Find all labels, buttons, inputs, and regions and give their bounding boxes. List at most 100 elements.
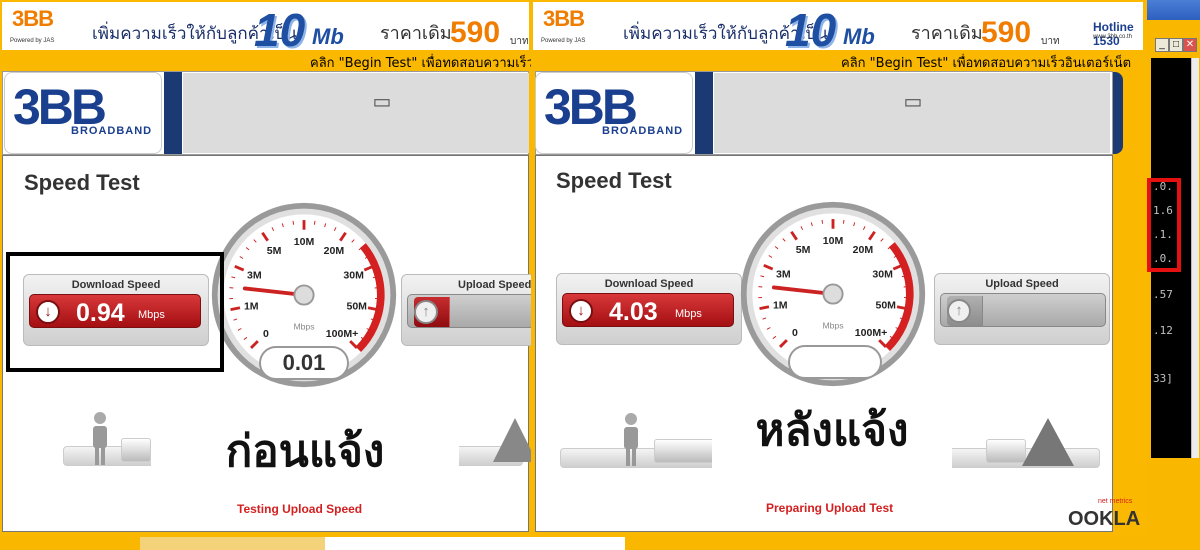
- upload-speed-panel: Upload Speed ↑: [934, 273, 1110, 345]
- highlight-box-download: [6, 252, 224, 372]
- gauge-minor-tick: [821, 219, 824, 224]
- test-status: Preparing Upload Test: [766, 501, 894, 515]
- ad-banner[interactable]: 3BB Powered by JAS เพิ่มความเร็วให้กับลู…: [2, 2, 529, 50]
- minimize-button[interactable]: _: [1155, 38, 1169, 52]
- bottom-strip: [325, 537, 625, 550]
- pipe-right: [986, 439, 1026, 463]
- broken-image-icon: ▭: [372, 91, 392, 113]
- banner-old-price-label: ราคาเดิม: [911, 23, 983, 44]
- banner-brand: 3BB: [543, 6, 585, 31]
- broken-image-icon: ▭: [903, 91, 923, 113]
- gauge-readout: [788, 345, 882, 379]
- test-status: Testing Upload Speed: [237, 502, 363, 516]
- banner-speed: 10: [254, 4, 306, 50]
- screenshot: 3BB Powered by JAS เพิ่มความเร็วให้กับลู…: [0, 0, 1200, 550]
- download-bar: ↓ 4.03 Mbps: [562, 293, 734, 327]
- gauge-tick-label: 50M: [875, 299, 896, 311]
- banner-currency: บาท: [510, 36, 529, 47]
- widget-title: Speed Test: [556, 168, 672, 193]
- ookla-tagline: net metrics: [1098, 498, 1133, 505]
- begin-test-hint: คลิก "Begin Test" เพื่อทดสอบความเร็วอินเ…: [310, 56, 531, 71]
- caption-before: ก่อนแจ้ง: [151, 416, 459, 488]
- ad-banner[interactable]: 3BB Powered by JAS เพิ่มความเร็วให้กับลู…: [533, 2, 1143, 50]
- console-line: 33]: [1153, 372, 1173, 385]
- gauge-tick-label: 20M: [853, 244, 874, 256]
- banner-brand: 3BB: [12, 6, 54, 31]
- header-ad-slot: ▭: [714, 73, 1110, 153]
- gauge-tick-label: 3M: [776, 268, 791, 280]
- window-titlebar[interactable]: [1147, 0, 1200, 20]
- close-button[interactable]: ✕: [1183, 38, 1197, 52]
- upload-speed-panel: Upload Speed ↑: [401, 274, 531, 346]
- person-icon: [89, 411, 111, 467]
- gauge-unit: Mbps: [293, 322, 314, 332]
- arrow-up-icon: ↑: [947, 299, 971, 323]
- download-label: Download Speed: [604, 278, 694, 290]
- person-icon: [620, 412, 642, 468]
- ookla-wordmark: OOKLA: [1068, 508, 1141, 530]
- server-pyramid-icon: [493, 418, 531, 462]
- header-divider: [164, 72, 182, 154]
- begin-test-hint: คลิก "Begin Test" เพื่อทดสอบความเร็วอินเ…: [841, 56, 1132, 71]
- arrow-down-icon: ↓: [569, 299, 593, 323]
- widget-title: Speed Test: [24, 170, 140, 195]
- logo-tagline: BROADBAND: [602, 125, 684, 137]
- upload-label: Upload Speed: [458, 279, 531, 291]
- gauge-unit: Mbps: [822, 321, 843, 331]
- banner-price: 590: [450, 16, 501, 49]
- speedtest-panel-after: 3BB Powered by JAS เพิ่มความเร็วให้กับลู…: [531, 0, 1147, 536]
- gauge-tick-label: 0: [792, 327, 798, 339]
- header-ad-slot: ▭: [183, 73, 529, 153]
- speedtest-panel-before: 3BB Powered by JAS เพิ่มความเร็วให้กับลู…: [0, 0, 531, 536]
- download-speed-panel: Download Speed ↓ 4.03 Mbps: [556, 273, 742, 345]
- upload-bar: ↑: [940, 293, 1106, 327]
- gauge-minor-tick: [313, 220, 316, 225]
- background-window: _ □ ✕ .0. 1.6 .1. .0. .57 .12 33]: [1147, 0, 1200, 550]
- logo-tagline: BROADBAND: [71, 125, 153, 137]
- banner-speed: 10: [785, 4, 837, 50]
- upload-bar: ↑: [407, 294, 531, 328]
- download-value: 4.03: [609, 298, 658, 326]
- gauge-tick-label: 100M+: [855, 327, 888, 339]
- console-line: .12: [1153, 324, 1173, 337]
- header-edge: [1113, 72, 1123, 154]
- gauge-minor-tick: [842, 219, 845, 224]
- upload-label: Upload Speed: [985, 278, 1059, 290]
- gauge-tick-label: 30M: [343, 269, 364, 281]
- gauge-tick-label: 50M: [346, 300, 367, 312]
- gauge-readout: 0.01: [259, 346, 349, 380]
- ookla-logo: net metrics OOKLA: [1068, 498, 1141, 531]
- banner-partner: Powered by JAS: [10, 38, 55, 44]
- gauge-hub: [293, 284, 315, 306]
- gauge-tick-label: 10M: [294, 236, 315, 248]
- caption-after: หลังแจ้ง: [712, 396, 952, 486]
- console-scrollbar[interactable]: [1191, 58, 1199, 458]
- banner-site: www.3bb.co.th: [1093, 34, 1133, 40]
- gauge-tick-label: 1M: [773, 299, 788, 311]
- download-unit: Mbps: [675, 308, 702, 320]
- banner-price: 590: [981, 16, 1032, 49]
- logo-3bb[interactable]: 3BB BROADBAND: [4, 72, 162, 154]
- speedtest-widget: Speed Test Download Speed ↓ 4.03 Mbps Up…: [535, 155, 1140, 532]
- gauge-tick-label: 1M: [244, 300, 259, 312]
- gauge-tick-label: 100M+: [326, 328, 359, 340]
- banner-old-price-label: ราคาเดิม: [380, 23, 452, 44]
- banner-partner: Powered by JAS: [541, 38, 586, 44]
- gauge-tick-label: 0: [263, 328, 269, 340]
- banner-speed-unit: Mb: [312, 24, 344, 49]
- banner-speed-unit: Mb: [843, 24, 875, 49]
- header-divider: [695, 72, 713, 154]
- maximize-button[interactable]: □: [1169, 38, 1183, 52]
- gauge-tick-label: 5M: [267, 245, 282, 257]
- gauge-tick-label: 20M: [324, 245, 345, 257]
- gauge-tick-label: 5M: [796, 244, 811, 256]
- server-pyramid-icon: [1022, 418, 1074, 466]
- gauge-minor-tick: [292, 220, 295, 225]
- logo-3bb[interactable]: 3BB BROADBAND: [535, 72, 693, 154]
- pipe-left: [121, 438, 151, 462]
- bottom-strip: [140, 537, 325, 550]
- gauge-tick-label: 30M: [872, 268, 893, 280]
- pipe-left: [654, 439, 714, 463]
- banner-currency: บาท: [1041, 36, 1060, 47]
- highlight-box-console: [1147, 178, 1181, 272]
